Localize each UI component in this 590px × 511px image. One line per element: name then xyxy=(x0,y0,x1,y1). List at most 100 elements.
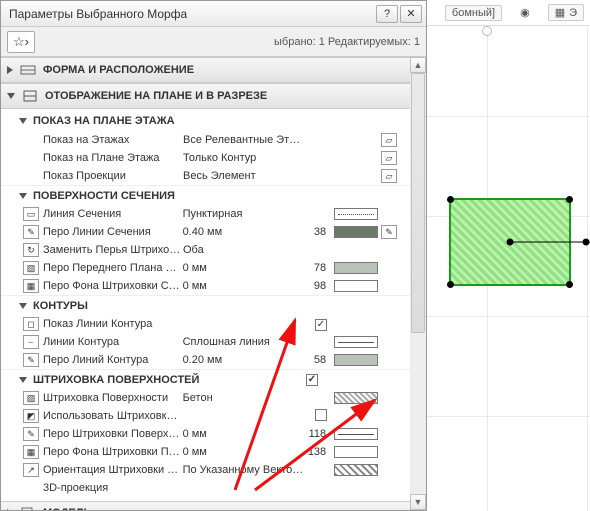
pen-icon: ✎ xyxy=(23,225,39,239)
cube-icon: ▱ xyxy=(381,133,397,147)
style-swatch[interactable] xyxy=(334,336,378,348)
grid-marker[interactable] xyxy=(482,26,492,36)
section-label: ФОРМА И РАСПОЛОЖЕНИЕ xyxy=(43,64,194,76)
pen-swatch[interactable] xyxy=(334,226,378,238)
group-floor-plan[interactable]: ПОКАЗ НА ПЛАНЕ ЭТАЖА xyxy=(1,111,410,131)
group-label: КОНТУРЫ xyxy=(33,300,88,312)
tab-frag-2[interactable]: ▦ Э xyxy=(548,4,584,21)
row-cover-fill-pen[interactable]: ✎ Перо Штриховки Поверхн… 0 мм 118 xyxy=(1,425,410,443)
canvas-tabs: бомный] ◉ ▦ Э xyxy=(427,0,590,26)
shape-axis xyxy=(510,242,590,243)
section-label: ОТОБРАЖЕНИЕ НА ПЛАНЕ И В РАЗРЕЗЕ xyxy=(45,90,267,102)
section-label: МОДЕЛЬ xyxy=(43,507,91,510)
row-cover-fill-type[interactable]: ▨ Штриховка Поверхности Бетон xyxy=(1,389,410,407)
chevron-down-icon xyxy=(7,93,15,99)
pen-swatch[interactable] xyxy=(334,262,378,274)
eye-icon[interactable]: ◉ xyxy=(520,6,530,19)
row-floor-plan-display[interactable]: Показ на Плане Этажа Только Контур ▱ xyxy=(1,149,410,167)
form-icon xyxy=(19,62,37,78)
display-icon xyxy=(21,88,39,104)
fill-icon: ▦ xyxy=(23,445,39,459)
shape-handle[interactable] xyxy=(447,196,454,203)
model-icon xyxy=(19,505,37,510)
titlebar: Параметры Выбранного Морфа ? ✕ xyxy=(1,1,426,27)
tab-frag-1[interactable]: бомный] xyxy=(445,5,502,21)
group-label: ШТРИХОВКА ПОВЕРХНОСТЕЙ xyxy=(33,374,199,386)
pen-override-icon[interactable]: ✎ xyxy=(381,225,397,239)
shape-axis-end-handle[interactable] xyxy=(583,239,590,246)
shape-handle[interactable] xyxy=(566,281,573,288)
row-cut-line-pen[interactable]: ✎ Перо Линии Сечения 0.40 мм 38 ✎ xyxy=(1,223,410,241)
group-cover-fill[interactable]: ШТРИХОВКА ПОВЕРХНОСТЕЙ ✓ xyxy=(1,369,410,389)
cube-icon: ▱ xyxy=(381,169,397,183)
group-label: ПОВЕРХНОСТИ СЕЧЕНИЯ xyxy=(33,190,175,202)
chevron-right-icon xyxy=(7,509,13,510)
row-3d-projection[interactable]: 3D-проекция xyxy=(1,479,410,497)
row-fill-orientation[interactable]: ↗ Ориентация Штриховки … По Указанному В… xyxy=(1,461,410,479)
override-icon: ↻ xyxy=(23,243,39,257)
group-label: ПОКАЗ НА ПЛАНЕ ЭТАЖА xyxy=(33,115,175,127)
pen-swatch[interactable] xyxy=(334,446,378,458)
collapsed-sections: МОДЕЛЬ КЛАССИФИКАЦИЯ И СВОЙСТВА xyxy=(1,501,410,510)
row-cut-line[interactable]: ▭ Линия Сечения Пунктирная xyxy=(1,205,410,223)
section-form[interactable]: ФОРМА И РАСПОЛОЖЕНИЕ xyxy=(1,57,410,83)
chevron-down-icon xyxy=(19,193,27,199)
favorite-toggle[interactable]: ☆› xyxy=(7,31,35,53)
pen-swatch[interactable] xyxy=(334,280,378,292)
line-icon: ▭ xyxy=(23,207,39,221)
close-button[interactable]: ✕ xyxy=(400,5,422,23)
checkbox-cover-fill[interactable]: ✓ xyxy=(306,374,318,386)
orientation-swatch[interactable] xyxy=(334,464,378,476)
row-show-stories[interactable]: Показ на Этажах Все Релевантные Эта… ▱ xyxy=(1,131,410,149)
morph-shape[interactable] xyxy=(449,198,571,286)
row-bg-pen[interactable]: ▦ Перо Фона Штриховки Се… 0 мм 98 xyxy=(1,277,410,295)
row-cover-bg-pen[interactable]: ▦ Перо Фона Штриховки По… 0 мм 138 xyxy=(1,443,410,461)
fill-icon: ▦ xyxy=(23,279,39,293)
surface-icon: ◩ xyxy=(23,409,39,423)
row-outline-line[interactable]: ⎯ Линии Контура Сплошная линия xyxy=(1,333,410,351)
row-show-outline[interactable]: ◻ Показ Линии Контура ✓ xyxy=(1,315,410,333)
scroll-down-button[interactable]: ▼ xyxy=(410,494,426,510)
row-use-surface-fill[interactable]: ◩ Использовать Штриховку … xyxy=(1,407,410,425)
vector-icon: ↗ xyxy=(23,463,39,477)
pen-icon: ✎ xyxy=(23,353,39,367)
fill-swatch[interactable] xyxy=(334,392,378,404)
scroll-track[interactable] xyxy=(410,73,426,494)
material-icon: ▨ xyxy=(23,391,39,405)
outline-icon: ◻ xyxy=(23,317,39,331)
style-swatch[interactable] xyxy=(334,208,378,220)
checkbox[interactable] xyxy=(315,409,327,421)
row-fg-pen[interactable]: ▨ Перо Переднего Плана Ш… 0 мм 78 xyxy=(1,259,410,277)
group-outlines[interactable]: КОНТУРЫ xyxy=(1,295,410,315)
section-display[interactable]: ОТОБРАЖЕНИЕ НА ПЛАНЕ И В РАЗРЕЗЕ xyxy=(1,83,410,109)
chevron-down-icon xyxy=(19,377,27,383)
shape-center-handle[interactable] xyxy=(507,239,514,246)
section-display-body: ПОКАЗ НА ПЛАНЕ ЭТАЖА Показ на Этажах Все… xyxy=(1,109,410,501)
dialog-title: Параметры Выбранного Морфа xyxy=(5,7,374,21)
help-button[interactable]: ? xyxy=(376,5,398,23)
pen-swatch[interactable] xyxy=(334,428,378,440)
chevron-right-icon xyxy=(7,66,13,74)
row-outline-pen[interactable]: ✎ Перо Линий Контура 0.20 мм 58 xyxy=(1,351,410,369)
shape-handle[interactable] xyxy=(447,281,454,288)
scroll-up-button[interactable]: ▲ xyxy=(410,57,426,73)
group-cut-surfaces[interactable]: ПОВЕРХНОСТИ СЕЧЕНИЯ xyxy=(1,185,410,205)
line-icon: ⎯ xyxy=(23,335,39,349)
pen-swatch[interactable] xyxy=(334,354,378,366)
sections-panel: ФОРМА И РАСПОЛОЖЕНИЕ ОТОБРАЖЕНИЕ НА ПЛАН… xyxy=(1,57,426,510)
chevron-down-icon xyxy=(19,118,27,124)
pen-icon: ✎ xyxy=(23,427,39,441)
settings-dialog: Параметры Выбранного Морфа ? ✕ ☆› ыбрано… xyxy=(0,0,427,511)
cube-icon: ▱ xyxy=(381,151,397,165)
row-override-pens[interactable]: ↻ Заменить Перья Штрихов… Оба xyxy=(1,241,410,259)
chevron-down-icon xyxy=(19,303,27,309)
scroll-thumb[interactable] xyxy=(411,73,425,333)
scrollbar[interactable]: ▲ ▼ xyxy=(410,57,426,510)
selection-count: ыбрано: 1 Редактируемых: 1 xyxy=(35,36,420,48)
shape-handle[interactable] xyxy=(566,196,573,203)
hatch-icon: ▨ xyxy=(23,261,39,275)
drawing-canvas[interactable]: бомный] ◉ ▦ Э xyxy=(427,0,590,511)
checkbox[interactable]: ✓ xyxy=(315,319,327,331)
section-model[interactable]: МОДЕЛЬ xyxy=(1,501,410,510)
row-projection[interactable]: Показ Проекции Весь Элемент ▱ xyxy=(1,167,410,185)
